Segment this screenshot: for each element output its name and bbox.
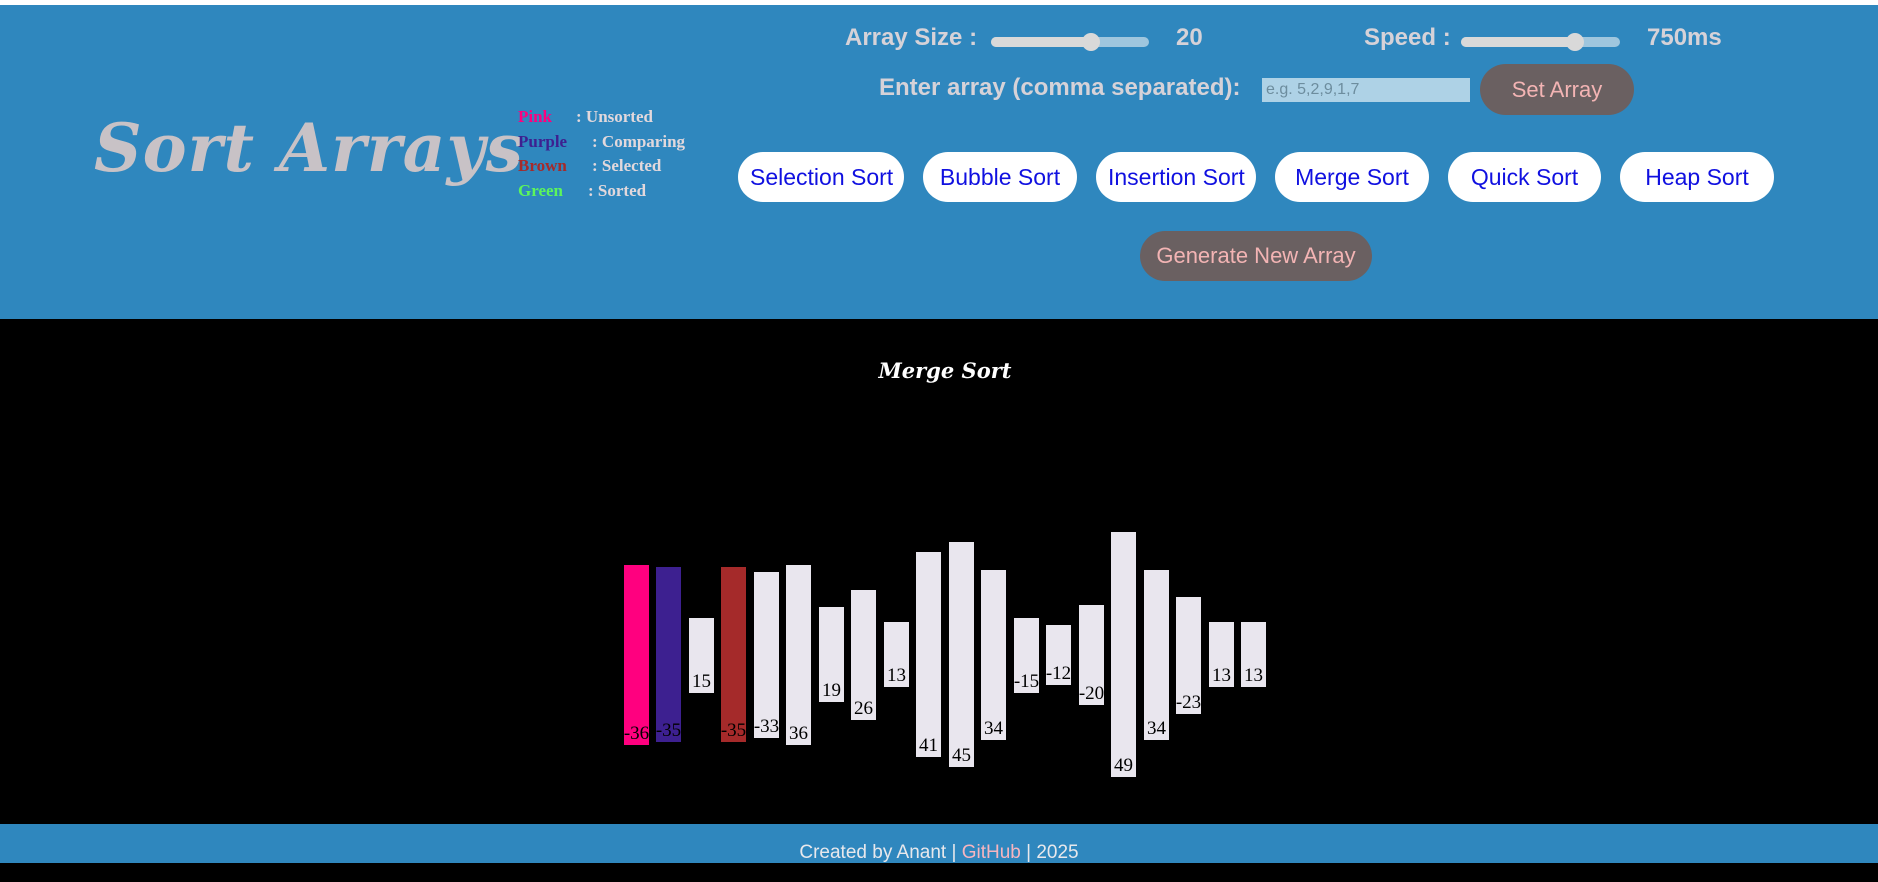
bar-value-label: -35	[720, 720, 747, 741]
footer-year: | 2025	[1020, 842, 1079, 863]
array-bar: -33	[754, 572, 779, 738]
bar-value-label: -12	[1045, 663, 1072, 684]
array-bar: 34	[981, 570, 1006, 740]
array-bar: -15	[1014, 618, 1039, 693]
array-bar: -20	[1079, 605, 1104, 705]
array-bar: 13	[1241, 622, 1266, 687]
array-bar: 13	[884, 622, 909, 687]
array-bar: -12	[1046, 625, 1071, 685]
bar-value-label: -23	[1175, 692, 1202, 713]
array-bar: 49	[1111, 532, 1136, 777]
array-bar: 41	[916, 552, 941, 757]
array-bar: 15	[689, 618, 714, 693]
bar-value-label: -33	[753, 716, 780, 737]
array-bar: 19	[819, 607, 844, 702]
bar-value-label: 34	[984, 718, 1003, 739]
footer: Created by Anant | GitHub | 2025	[0, 824, 1878, 863]
bar-value-label: 36	[789, 723, 808, 744]
array-bar: 36	[786, 565, 811, 745]
bar-value-label: 41	[919, 735, 938, 756]
array-bar: -35	[721, 567, 746, 742]
array-bar: -35	[656, 567, 681, 742]
bar-value-label: 34	[1147, 718, 1166, 739]
array-bar: 34	[1144, 570, 1169, 740]
array-bar: -23	[1176, 597, 1201, 714]
array-bar: 13	[1209, 622, 1234, 687]
bar-container: -36 -35 15 -35 -33 36 19 26 13 41 45 34 -15 -12 -20 49 3…	[0, 0, 1878, 863]
array-bar: 26	[851, 590, 876, 720]
bar-value-label: 49	[1114, 755, 1133, 776]
github-link[interactable]: GitHub	[962, 842, 1021, 863]
bar-value-label: -35	[655, 720, 682, 741]
bar-value-label: -15	[1013, 671, 1040, 692]
array-bar: -36	[624, 565, 649, 745]
bar-value-label: 13	[1244, 665, 1263, 686]
footer-credit: Created by Anant |	[799, 842, 962, 863]
bar-value-label: -20	[1078, 683, 1105, 704]
bar-value-label: -36	[623, 723, 650, 744]
bar-value-label: 45	[952, 745, 971, 766]
bar-value-label: 13	[887, 665, 906, 686]
bar-value-label: 19	[822, 680, 841, 701]
array-bar: 45	[949, 542, 974, 767]
bar-value-label: 13	[1212, 665, 1231, 686]
bar-value-label: 15	[692, 671, 711, 692]
bar-value-label: 26	[854, 698, 873, 719]
